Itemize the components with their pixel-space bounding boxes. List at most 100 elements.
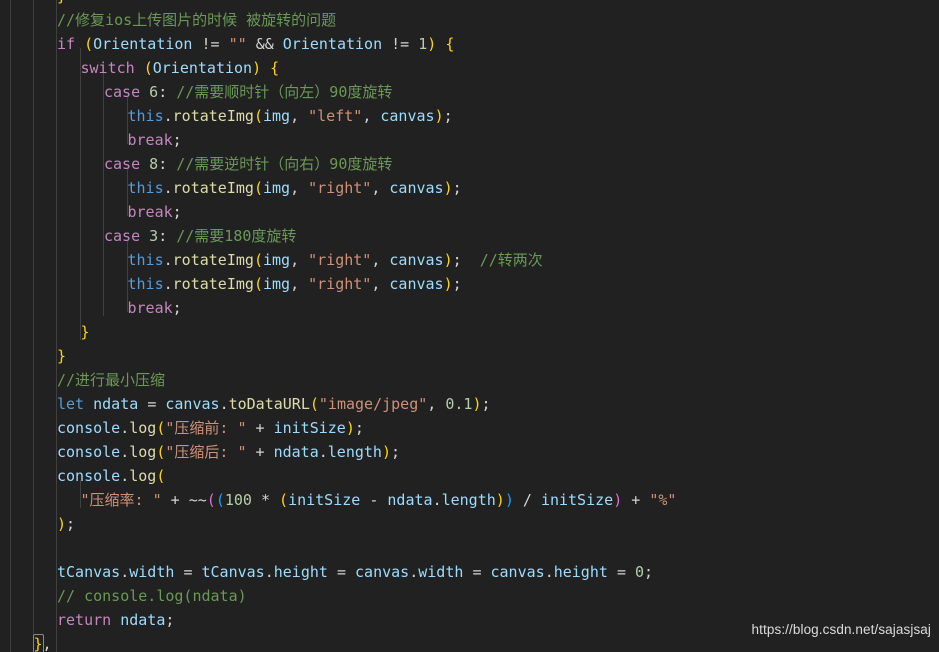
code-token-plain: , xyxy=(427,395,437,413)
code-line[interactable] xyxy=(0,536,939,560)
code-token-fn: log xyxy=(129,467,157,485)
code-token-plain: . xyxy=(163,251,173,269)
code-line[interactable]: this.rotateImg(img, "left", canvas); xyxy=(0,104,939,128)
code-token-plain: , xyxy=(42,635,52,652)
code-line[interactable]: case 8: //需要逆时针（向右）90度旋转 xyxy=(0,152,939,176)
code-token-plain: ; xyxy=(481,395,491,413)
code-token-var: length xyxy=(441,491,496,509)
code-token-str: "right" xyxy=(308,251,372,269)
code-token-plain: . xyxy=(544,563,554,581)
code-token-plain: : xyxy=(158,83,168,101)
code-token-str: "压缩率: " xyxy=(80,491,162,509)
code-token-var: console xyxy=(57,443,121,461)
code-token-plain: ; xyxy=(391,443,401,461)
code-line[interactable]: break; xyxy=(0,200,939,224)
code-line[interactable]: tCanvas.width = tCanvas.height = canvas.… xyxy=(0,560,939,584)
code-line[interactable]: break; xyxy=(0,296,939,320)
code-line[interactable]: break; xyxy=(0,128,939,152)
code-token-keyword: if xyxy=(57,35,76,53)
code-line[interactable]: this.rotateImg(img, "right", canvas); xyxy=(0,176,939,200)
code-token-plain: : xyxy=(158,155,168,173)
code-line[interactable]: console.log("压缩后: " + ndata.length); xyxy=(0,440,939,464)
code-line[interactable]: this.rotateImg(img, "right", canvas); xyxy=(0,272,939,296)
code-line[interactable]: if (Orientation != "" && Orientation != … xyxy=(0,32,939,56)
code-line[interactable]: switch (Orientation) { xyxy=(0,56,939,80)
code-token-op: = xyxy=(336,563,346,581)
code-token-plain: . xyxy=(318,443,328,461)
code-line[interactable]: ); xyxy=(0,512,939,536)
code-token-br1: } xyxy=(80,323,90,341)
code-token-var: canvas xyxy=(355,563,410,581)
code-token-num: 8 xyxy=(149,155,159,173)
code-content[interactable]: } //修复ios上传图片的时候 被旋转的问题if (Orientation !=… xyxy=(0,0,939,652)
code-line[interactable]: case 3: //需要180度旋转 xyxy=(0,224,939,248)
code-token-plain: ; xyxy=(66,515,76,533)
code-token-var: console xyxy=(57,467,121,485)
code-line[interactable]: // console.log(ndata) xyxy=(0,584,939,608)
code-token-var: canvas xyxy=(389,179,444,197)
code-line[interactable]: console.log("压缩前: " + initSize); xyxy=(0,416,939,440)
code-token-plain: , xyxy=(290,179,300,197)
code-token-plain: . xyxy=(120,443,130,461)
code-token-br1: { xyxy=(445,35,455,53)
code-editor-viewport[interactable]: } //修复ios上传图片的时候 被旋转的问题if (Orientation !=… xyxy=(0,0,939,652)
code-token-var: console xyxy=(57,419,121,437)
code-line[interactable]: case 6: //需要顺时针（向左）90度旋转 xyxy=(0,80,939,104)
code-token-keyword: switch xyxy=(80,59,135,77)
code-token-str: "%" xyxy=(649,491,677,509)
code-token-var: Orientation xyxy=(282,35,383,53)
code-token-br1: ) xyxy=(252,59,262,77)
code-token-br1: ( xyxy=(253,275,263,293)
code-line[interactable]: this.rotateImg(img, "right", canvas); //… xyxy=(0,248,939,272)
code-token-plain: . xyxy=(120,563,130,581)
code-token-var: canvas xyxy=(389,275,444,293)
code-token-fn: rotateImg xyxy=(172,179,254,197)
code-token-op: / xyxy=(522,491,532,509)
code-token-op: + xyxy=(255,443,265,461)
code-line[interactable]: console.log( xyxy=(0,464,939,488)
code-line[interactable]: } xyxy=(0,0,939,8)
code-token-var: canvas xyxy=(380,107,435,125)
code-token-op: * xyxy=(260,491,270,509)
code-token-plain: , xyxy=(290,251,300,269)
code-token-comment: //进行最小压缩 xyxy=(57,371,166,389)
code-token-keyword: case xyxy=(104,227,141,245)
code-token-num: 6 xyxy=(149,83,159,101)
code-token-plain: , xyxy=(290,107,300,125)
code-line[interactable]: "压缩率: " + ~~((100 * (initSize - ndata.le… xyxy=(0,488,939,512)
code-token-br1: } xyxy=(57,0,66,5)
code-token-plain: . xyxy=(120,467,130,485)
code-token-str: "" xyxy=(228,35,247,53)
code-token-plain: , xyxy=(290,275,300,293)
code-line[interactable]: //进行最小压缩 xyxy=(0,368,939,392)
code-line[interactable]: } xyxy=(0,344,939,368)
code-token-plain: ; xyxy=(443,107,453,125)
code-token-var: length xyxy=(327,443,382,461)
code-token-op: ~~ xyxy=(188,491,207,509)
code-line[interactable]: let ndata = canvas.toDataURL("image/jpeg… xyxy=(0,392,939,416)
code-token-keyword: break xyxy=(127,203,173,221)
code-token-br1: ( xyxy=(253,179,263,197)
code-line[interactable]: //修复ios上传图片的时候 被旋转的问题 xyxy=(0,8,939,32)
code-token-comment: //需要180度旋转 xyxy=(176,227,297,245)
code-token-fn: rotateImg xyxy=(172,275,254,293)
code-line[interactable]: } xyxy=(0,320,939,344)
